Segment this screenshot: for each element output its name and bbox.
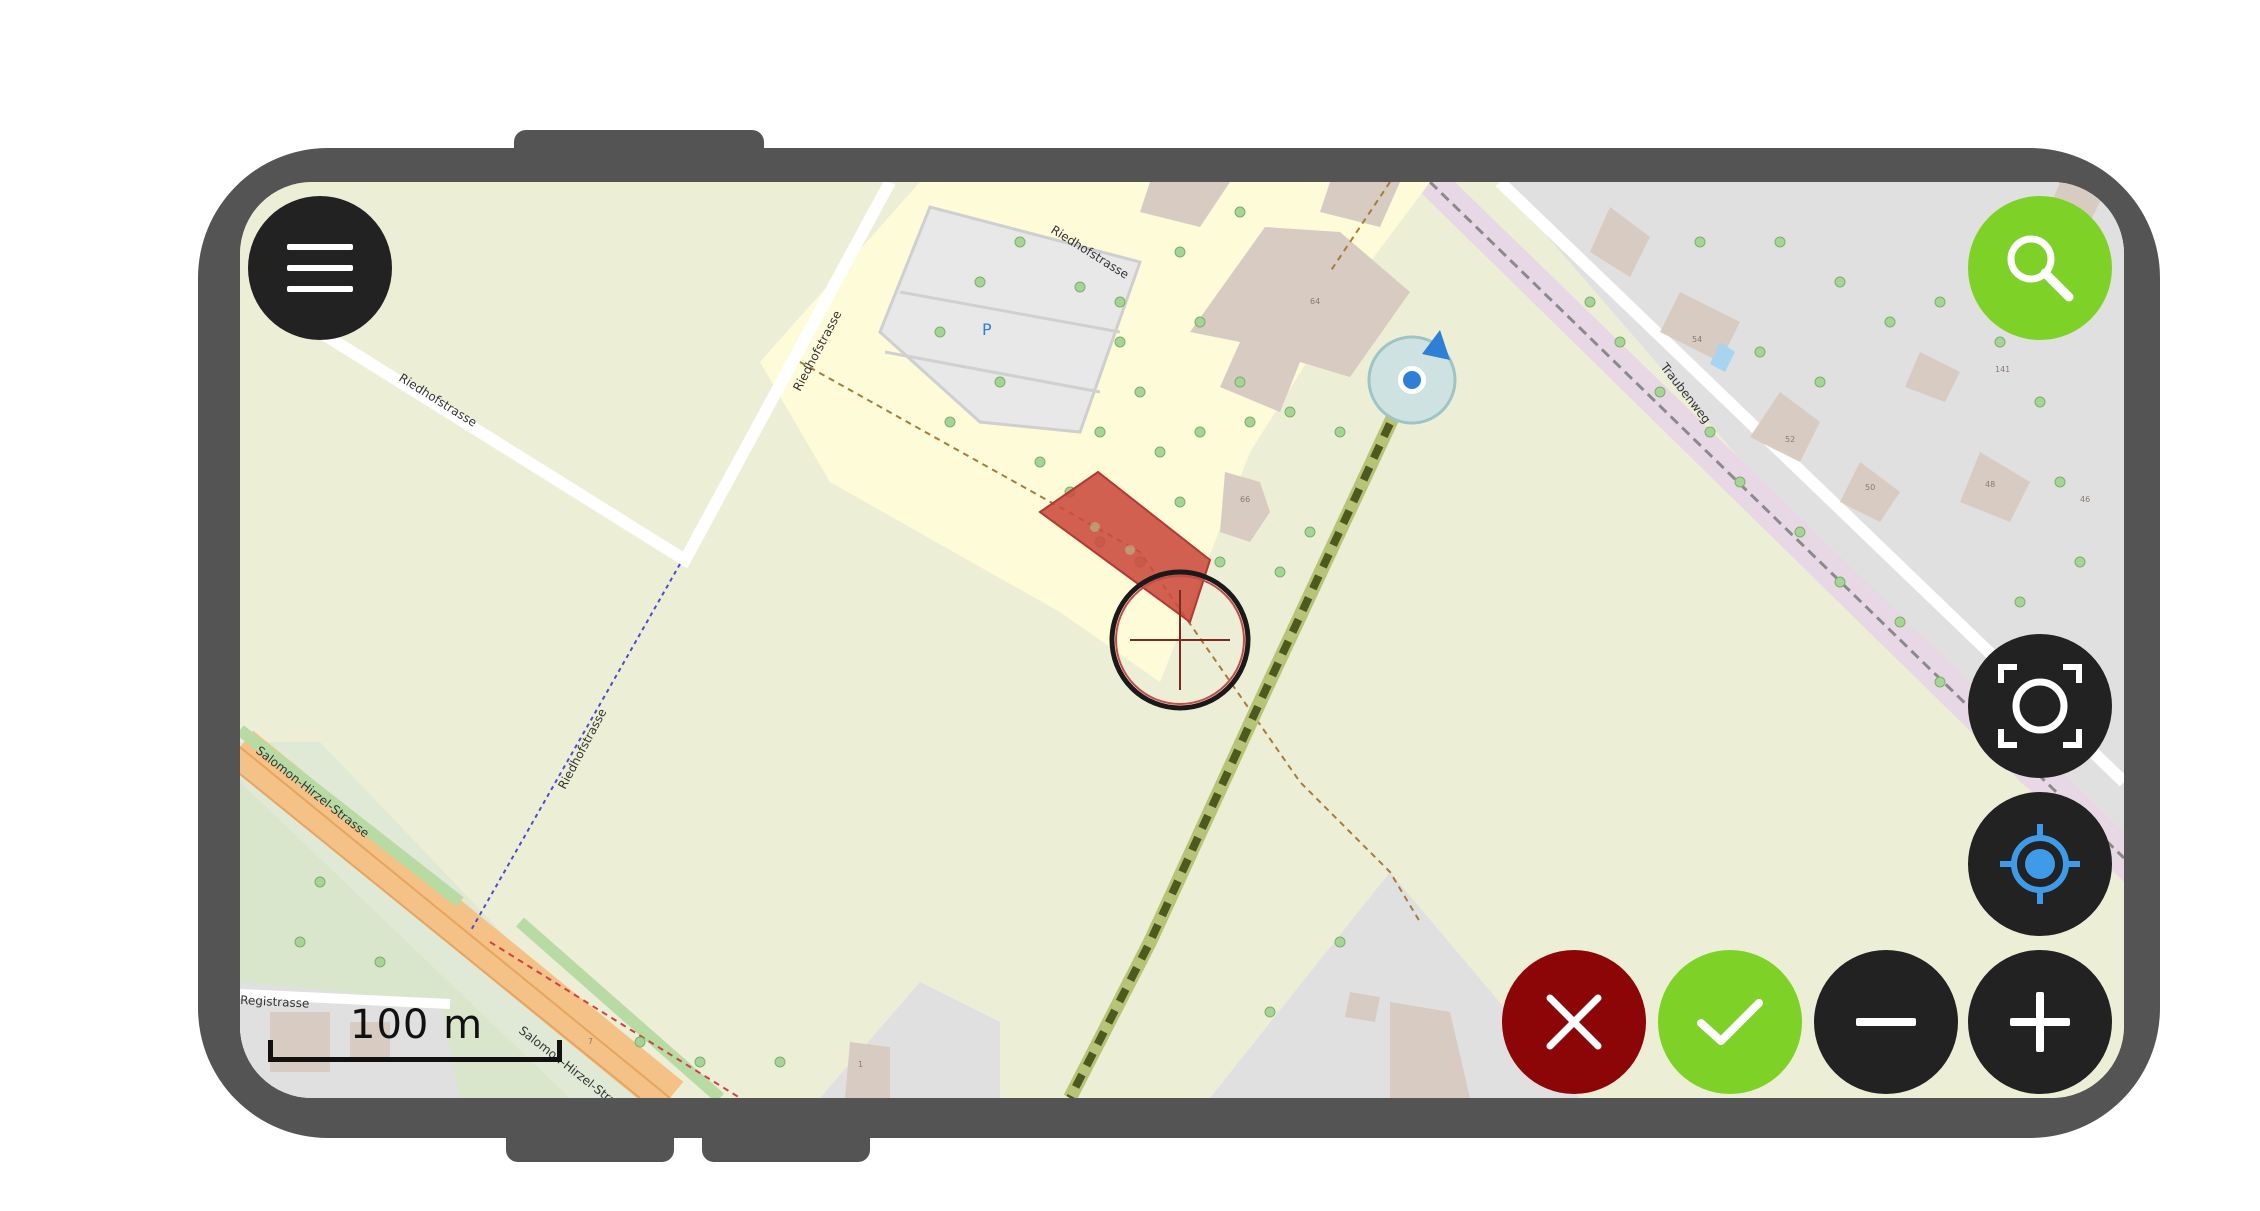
house-number: 1 [858, 1060, 863, 1069]
cancel-button[interactable] [1502, 950, 1646, 1094]
map-canvas[interactable]: Riedhofstrasse Riedhofstrasse Riedhofstr… [240, 182, 2124, 1098]
house-number: 66 [1240, 495, 1250, 504]
house-number: 46 [2080, 495, 2090, 504]
house-number: 48 [1985, 480, 1995, 489]
house-number: 141 [1995, 365, 2010, 374]
scale-bar: 100 m [268, 1002, 566, 1066]
map-screen[interactable]: Riedhofstrasse Riedhofstrasse Riedhofstr… [240, 182, 2124, 1098]
house-number: 54 [1692, 335, 1702, 344]
search-button[interactable] [1968, 196, 2112, 340]
search-icon [2007, 235, 2074, 302]
zoom-extent-icon [1998, 664, 2082, 748]
menu-button[interactable] [248, 196, 392, 340]
scale-bar-line [268, 1040, 562, 1062]
house-number: 64 [1310, 297, 1320, 306]
confirm-button[interactable] [1658, 950, 1802, 1094]
zoom-out-button[interactable] [1814, 950, 1958, 1094]
house-number: 7 [588, 1037, 593, 1046]
zoom-in-button[interactable] [1968, 950, 2112, 1094]
check-icon [1697, 999, 1763, 1045]
parking-label: P [982, 320, 992, 339]
zoom-extent-button[interactable] [1968, 634, 2112, 778]
crosshair-icon [1109, 569, 1251, 711]
house-number: 52 [1785, 435, 1795, 444]
close-icon [1546, 994, 1602, 1050]
menu-icon [287, 244, 353, 292]
locate-button[interactable] [1968, 792, 2112, 936]
house-number: 50 [1865, 483, 1875, 492]
gps-locate-icon [2000, 824, 2080, 904]
minus-icon [1856, 1018, 1916, 1026]
plus-icon [2010, 992, 2070, 1052]
